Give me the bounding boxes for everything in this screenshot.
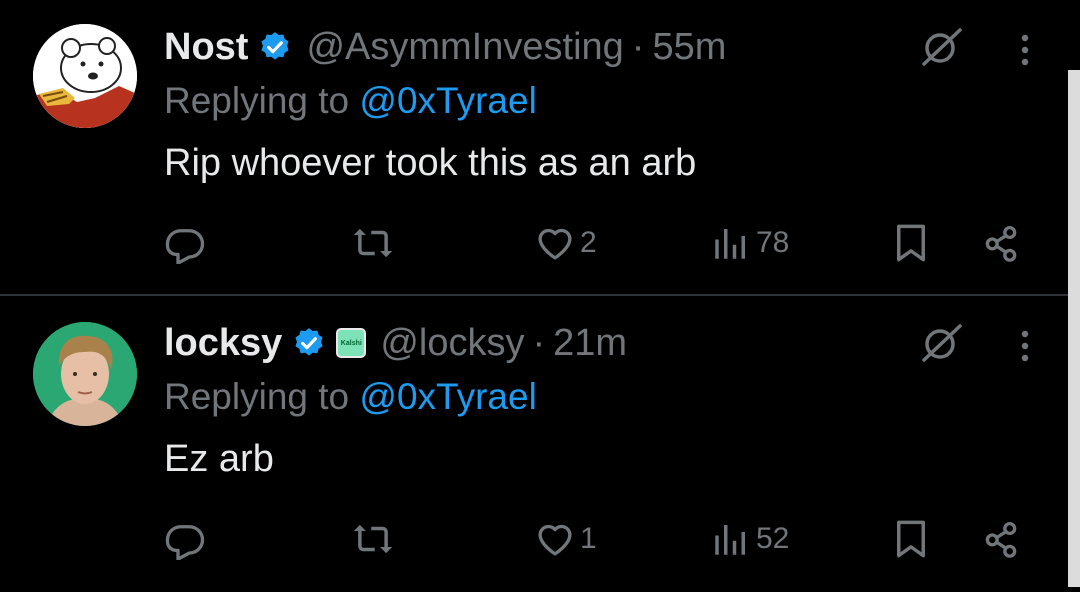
verified-badge-icon[interactable] xyxy=(292,326,326,360)
verified-badge-icon[interactable] xyxy=(258,30,292,64)
view-count: 78 xyxy=(756,226,790,259)
reply-button[interactable] xyxy=(164,514,206,564)
more-options-icon[interactable] xyxy=(1010,30,1040,70)
affiliate-badge-label: Kalshi xyxy=(340,339,362,347)
repost-icon xyxy=(353,228,393,258)
views-button[interactable]: 52 xyxy=(710,514,789,564)
bear-avatar-image xyxy=(33,24,137,128)
repost-button[interactable] xyxy=(352,514,394,564)
bookmark-button[interactable] xyxy=(890,514,932,564)
reply-button[interactable] xyxy=(164,218,206,268)
separator-dot: · xyxy=(532,321,546,364)
more-options-icon[interactable] xyxy=(1010,326,1040,366)
bookmark-button[interactable] xyxy=(890,218,932,268)
grok-icon[interactable] xyxy=(918,320,964,366)
reply-icon xyxy=(165,229,205,264)
views-icon xyxy=(715,525,745,555)
replying-to-mention[interactable]: @0xTyrael xyxy=(359,376,536,417)
like-count: 1 xyxy=(580,522,597,555)
bookmark-icon xyxy=(897,520,925,558)
tweet[interactable]: Nost @AsymmInvesting · 55m Replying to @… xyxy=(0,0,1068,296)
affiliate-badge[interactable]: Kalshi xyxy=(336,328,367,358)
views-button[interactable]: 78 xyxy=(710,218,789,268)
avatar[interactable] xyxy=(33,322,137,426)
action-bar: 1 52 xyxy=(0,514,1068,564)
share-icon xyxy=(985,225,1017,262)
window-edge xyxy=(1068,70,1080,587)
timestamp[interactable]: 21m xyxy=(553,322,627,365)
heart-icon xyxy=(538,228,572,260)
replying-prefix: Replying to xyxy=(164,376,350,417)
share-button[interactable] xyxy=(980,218,1022,268)
separator-dot: · xyxy=(631,25,645,68)
avatar[interactable] xyxy=(33,24,137,128)
replying-to: Replying to @0xTyrael xyxy=(164,376,537,418)
timestamp[interactable]: 55m xyxy=(652,26,726,69)
share-icon xyxy=(985,521,1017,558)
reply-icon xyxy=(165,525,205,560)
repost-icon xyxy=(353,524,393,554)
replying-to-mention[interactable]: @0xTyrael xyxy=(359,80,536,121)
share-button[interactable] xyxy=(980,514,1022,564)
view-count: 52 xyxy=(756,522,790,555)
action-bar: 2 78 xyxy=(0,218,1068,268)
bookmark-icon xyxy=(897,224,925,262)
replying-to: Replying to @0xTyrael xyxy=(164,80,537,122)
heart-icon xyxy=(538,524,572,556)
tweet-text: Rip whoever took this as an arb xyxy=(164,142,697,184)
grok-icon[interactable] xyxy=(918,24,964,70)
author-name[interactable]: Nost xyxy=(164,26,248,69)
replying-prefix: Replying to xyxy=(164,80,350,121)
person-avatar-image xyxy=(33,322,137,426)
like-button[interactable]: 2 xyxy=(534,218,597,268)
author-handle[interactable]: @locksy xyxy=(380,322,524,365)
tweet[interactable]: locksy Kalshi @locksy · 21m Replying to … xyxy=(0,296,1068,592)
tweet-text: Ez arb xyxy=(164,438,274,480)
like-button[interactable]: 1 xyxy=(534,514,597,564)
like-count: 2 xyxy=(580,226,597,259)
author-name[interactable]: locksy xyxy=(164,322,282,365)
views-icon xyxy=(715,229,745,259)
repost-button[interactable] xyxy=(352,218,394,268)
author-handle[interactable]: @AsymmInvesting xyxy=(306,26,623,69)
